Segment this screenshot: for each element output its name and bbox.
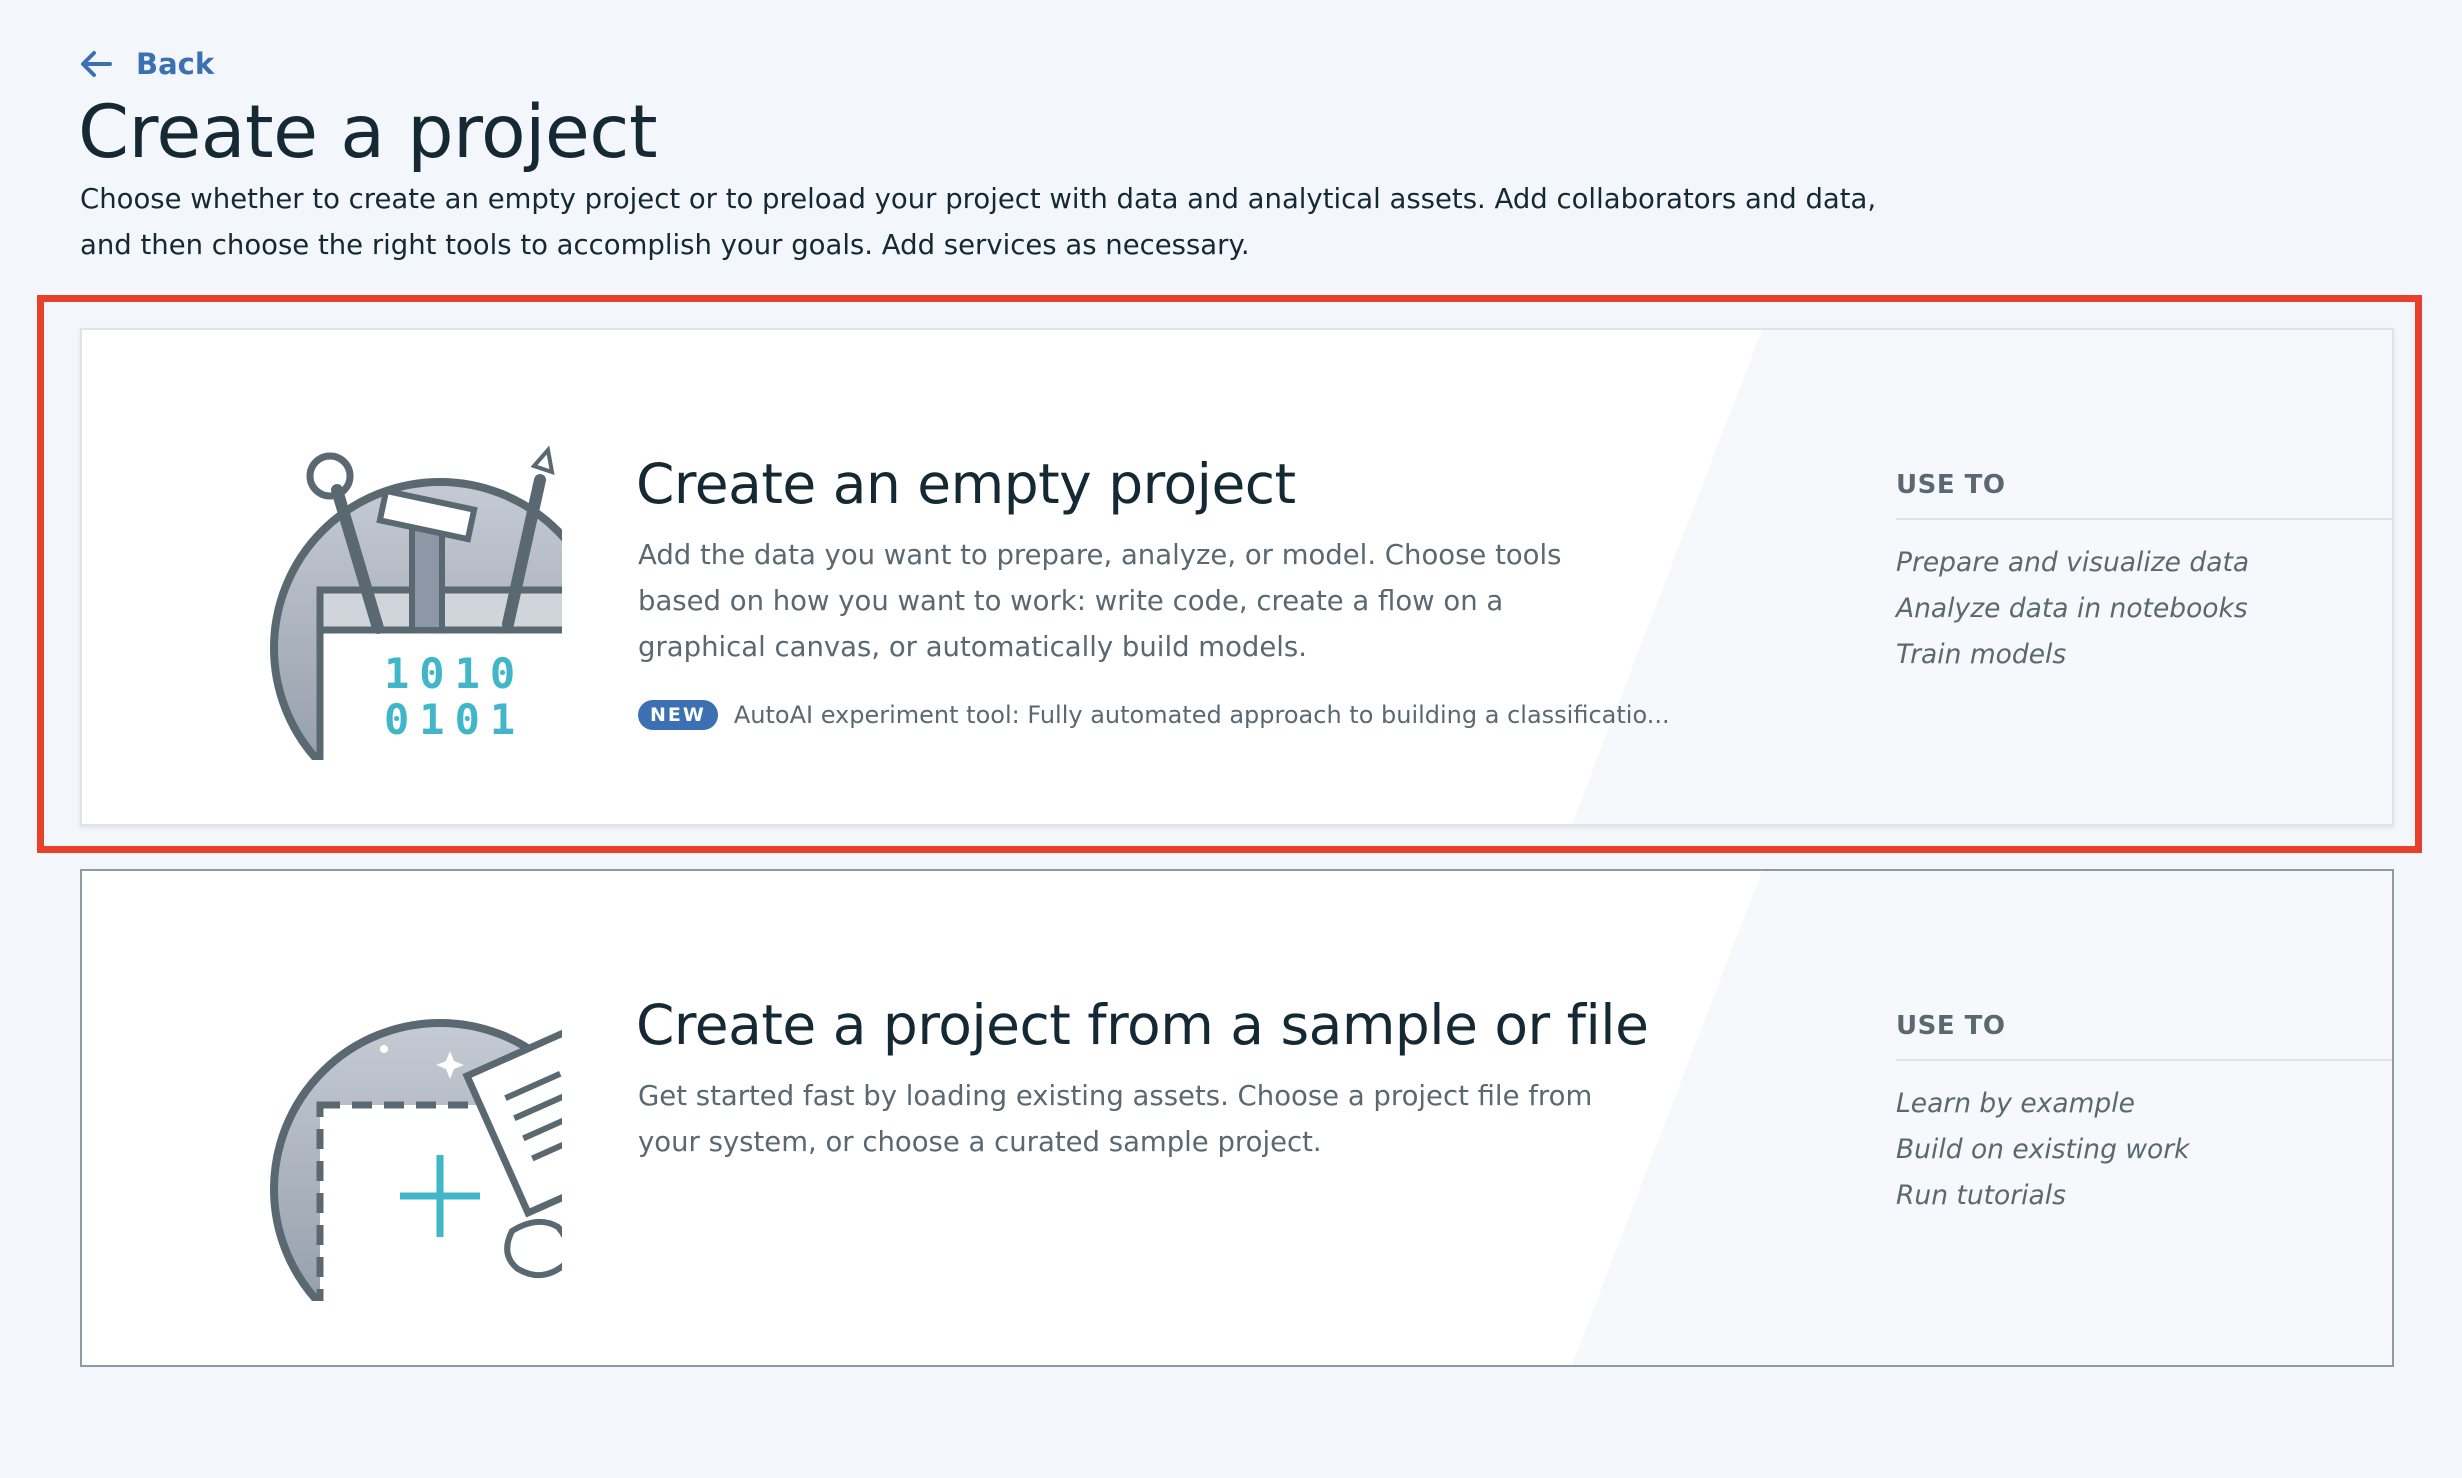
use-to-item: Learn by example: [1896, 1088, 2135, 1119]
new-feature-text: AutoAI experiment tool: Fully automated …: [733, 701, 1670, 729]
new-badge: NEW: [638, 700, 718, 730]
add-file-icon: [270, 1019, 562, 1301]
page-description: Choose whether to create an empty projec…: [80, 183, 1877, 261]
back-label: Back: [136, 47, 215, 81]
arrow-left-icon: [81, 51, 112, 77]
card-body: Get started fast by loading existing ass…: [638, 1080, 1593, 1158]
use-to-item: Prepare and visualize data: [1896, 547, 2250, 578]
toolbox-icon: 1010 0101: [270, 445, 562, 760]
card-title: Create a project from a sample or file: [636, 993, 1649, 1057]
use-to-item: Build on existing work: [1896, 1134, 2190, 1165]
page-title: Create a project: [78, 90, 658, 175]
card-body: Add the data you want to prepare, analyz…: [638, 539, 1562, 663]
create-from-sample-card[interactable]: Create a project from a sample or file G…: [80, 869, 2394, 1367]
use-to-heading: USE TO: [1896, 470, 2392, 520]
use-to-section: USE TO Learn by example Build on existin…: [1896, 1011, 2392, 1219]
use-to-section: USE TO Prepare and visualize data Analyz…: [1896, 470, 2392, 678]
use-to-item: Analyze data in notebooks: [1896, 593, 2248, 624]
binary-text-1: 1010: [384, 649, 525, 698]
use-to-item: Run tutorials: [1896, 1180, 2066, 1211]
card-title: Create an empty project: [636, 452, 1296, 516]
use-to-item: Train models: [1896, 639, 2067, 670]
use-to-heading: USE TO: [1896, 1011, 2392, 1061]
binary-text-2: 0101: [384, 695, 525, 744]
back-link[interactable]: Back: [78, 46, 214, 82]
new-feature-row: NEW AutoAI experiment tool: Fully automa…: [638, 700, 1670, 730]
create-empty-project-card[interactable]: 1010 0101 Create an empty project Add th…: [80, 328, 2394, 826]
